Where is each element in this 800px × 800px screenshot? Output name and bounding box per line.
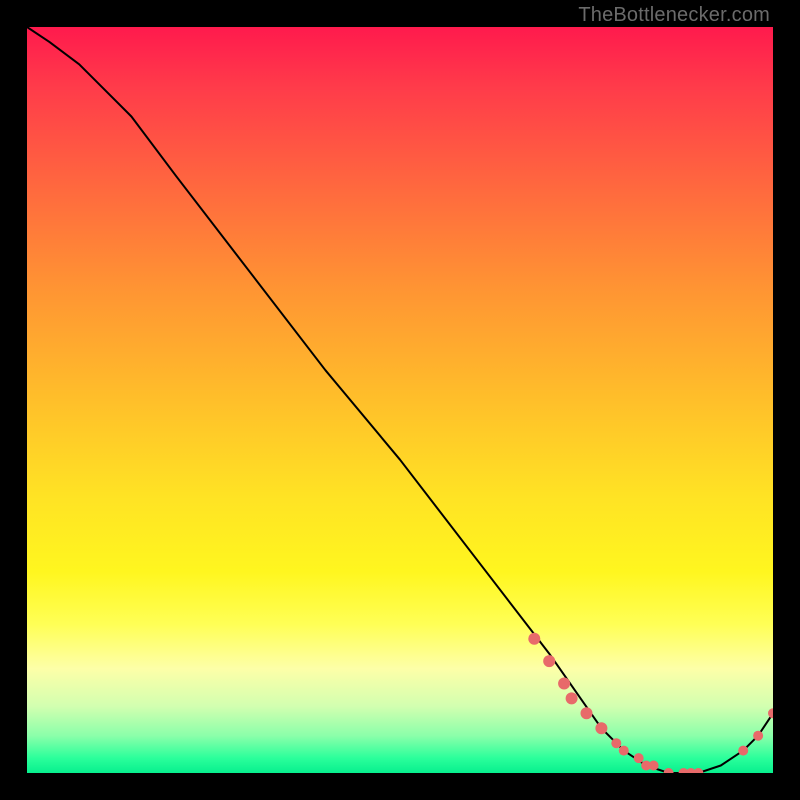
data-point [693,768,703,773]
bottleneck-curve [27,27,773,773]
data-point [768,708,773,718]
data-point [566,692,578,704]
watermark-text: TheBottlenecker.com [578,4,770,27]
data-point [611,738,621,748]
data-point [543,655,555,667]
chart-stage: TheBottlenecker.com [0,0,800,800]
data-point [528,633,540,645]
data-point [753,731,763,741]
curve-layer [27,27,773,773]
data-point [664,768,674,773]
data-point [595,722,607,734]
data-point [581,707,593,719]
data-point [634,753,644,763]
data-point [558,678,570,690]
data-point [738,746,748,756]
data-point [619,746,629,756]
data-points [528,633,773,773]
data-point [649,761,659,771]
plot-area [27,27,773,773]
